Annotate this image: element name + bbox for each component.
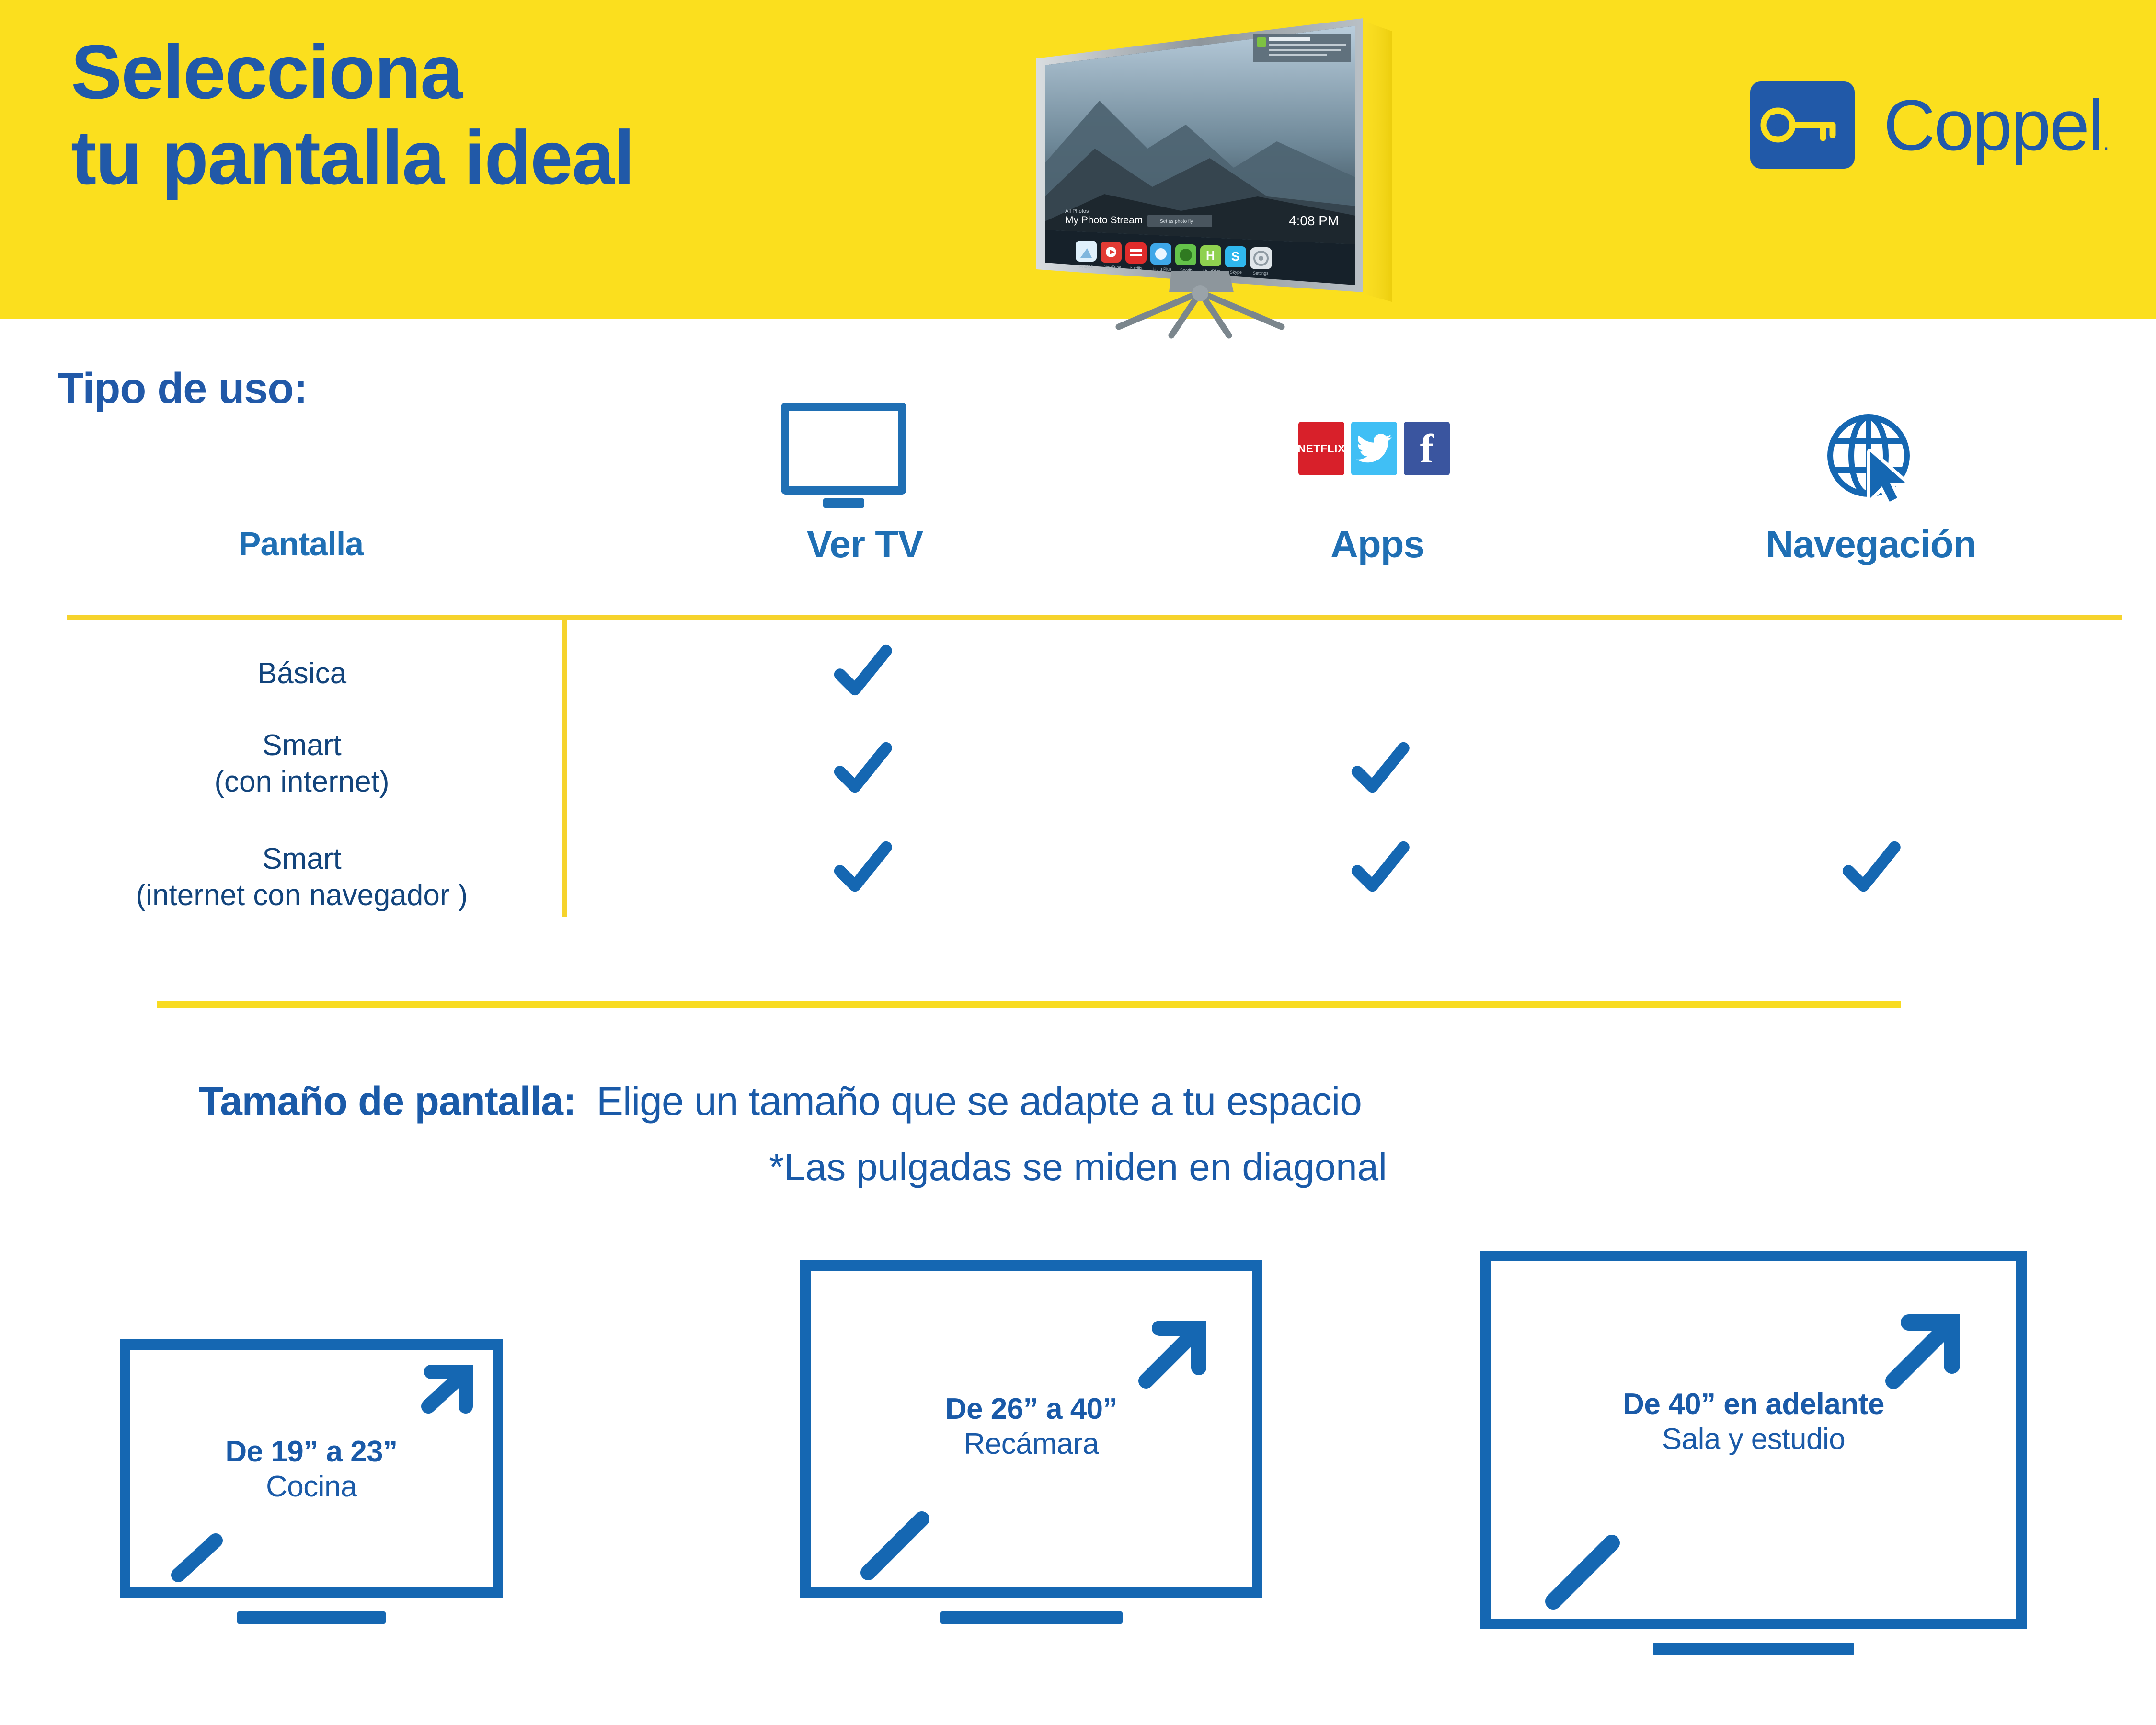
checkmark-icon: [834, 742, 892, 793]
table-row-label-smart-internet: Smart (con internet): [214, 729, 390, 798]
twitter-icon: [1351, 422, 1397, 475]
tv-size-box-small: De 19” a 23” Cocina: [120, 1339, 503, 1624]
section-label-tipo-de-uso: Tipo de uso:: [57, 365, 308, 413]
tv-size-box-large: De 40” en adelante Sala y estudio: [1480, 1251, 2027, 1655]
table-column-divider: [562, 615, 567, 917]
coppel-logo: Coppel.: [1750, 81, 2110, 169]
globe-cursor-icon: [1821, 410, 1916, 508]
svg-text:Netflix: Netflix: [1130, 266, 1143, 271]
brand-wordmark: Coppel.: [1883, 89, 2110, 161]
svg-text:Hulu Plus: Hulu Plus: [1153, 267, 1172, 272]
tv-size-room: Cocina: [266, 1470, 357, 1504]
page-title: Selecciona tu pantalla ideal: [71, 29, 635, 201]
section-divider: [157, 1001, 1901, 1008]
tv-size-room: Sala y estudio: [1662, 1423, 1846, 1456]
svg-text:All Photos: All Photos: [1065, 208, 1089, 214]
svg-text:My Photo Stream: My Photo Stream: [1065, 215, 1143, 226]
netflix-label: NETFLIX: [1297, 442, 1345, 455]
size-heading-rest: Elige un tamaño que se adapte a tu espac…: [596, 1079, 1362, 1124]
svg-text:YouTube: YouTube: [1104, 265, 1121, 270]
brand-name: Coppel: [1883, 85, 2104, 165]
tv-size-range: De 19” a 23”: [225, 1435, 398, 1468]
app-logos-icon: NETFLIX f: [1297, 422, 1450, 475]
column-header-navegacion: Navegación: [1766, 523, 1976, 565]
facebook-icon: f: [1404, 422, 1450, 475]
table-top-divider: [67, 615, 2122, 620]
key-icon: [1750, 81, 1855, 169]
brand-registered: .: [2102, 128, 2110, 156]
svg-text:H: H: [1206, 248, 1215, 263]
facebook-f-glyph: f: [1420, 425, 1434, 472]
monitor-icon: [781, 402, 906, 508]
netflix-icon: NETFLIX: [1297, 422, 1345, 475]
checkmark-icon: [834, 841, 892, 892]
svg-text:Photos: Photos: [1079, 264, 1093, 269]
checkmark-icon: [1351, 742, 1410, 793]
column-header-ver-tv: Ver TV: [806, 523, 923, 565]
table-row-label-basica: Básica: [257, 657, 347, 690]
size-heading: Tamaño de pantalla: Elige un tamaño que …: [199, 1078, 1362, 1125]
size-heading-bold: Tamaño de pantalla:: [199, 1079, 576, 1124]
smart-tv-photo: All Photos My Photo Stream Set as photo …: [1036, 18, 1392, 339]
column-header-apps: Apps: [1330, 523, 1425, 565]
svg-text:Skype: Skype: [1230, 270, 1242, 275]
size-note: *Las pulgadas se miden en diagonal: [769, 1146, 1387, 1188]
tv-size-range: De 40” en adelante: [1623, 1388, 1884, 1421]
svg-text:Set as photo fly: Set as photo fly: [1160, 219, 1193, 224]
checkmark-icon: [1351, 841, 1410, 892]
infographic-page: Selecciona tu pantalla ideal All Photos …: [0, 0, 2156, 1725]
svg-text:S: S: [1231, 249, 1239, 264]
tv-size-box-medium: De 26” a 40” Recámara: [800, 1260, 1262, 1624]
checkmark-icon: [1842, 841, 1901, 892]
tv-size-room: Recámara: [963, 1427, 1100, 1461]
svg-text:Settings: Settings: [1253, 271, 1269, 276]
checkmark-icon: [834, 644, 892, 696]
tv-size-range: De 26” a 40”: [945, 1392, 1118, 1426]
table-row-label-smart-navegador: Smart (internet con navegador ): [136, 842, 468, 912]
svg-text:4:08 PM: 4:08 PM: [1289, 213, 1339, 228]
column-header-pantalla: Pantalla: [238, 525, 364, 563]
